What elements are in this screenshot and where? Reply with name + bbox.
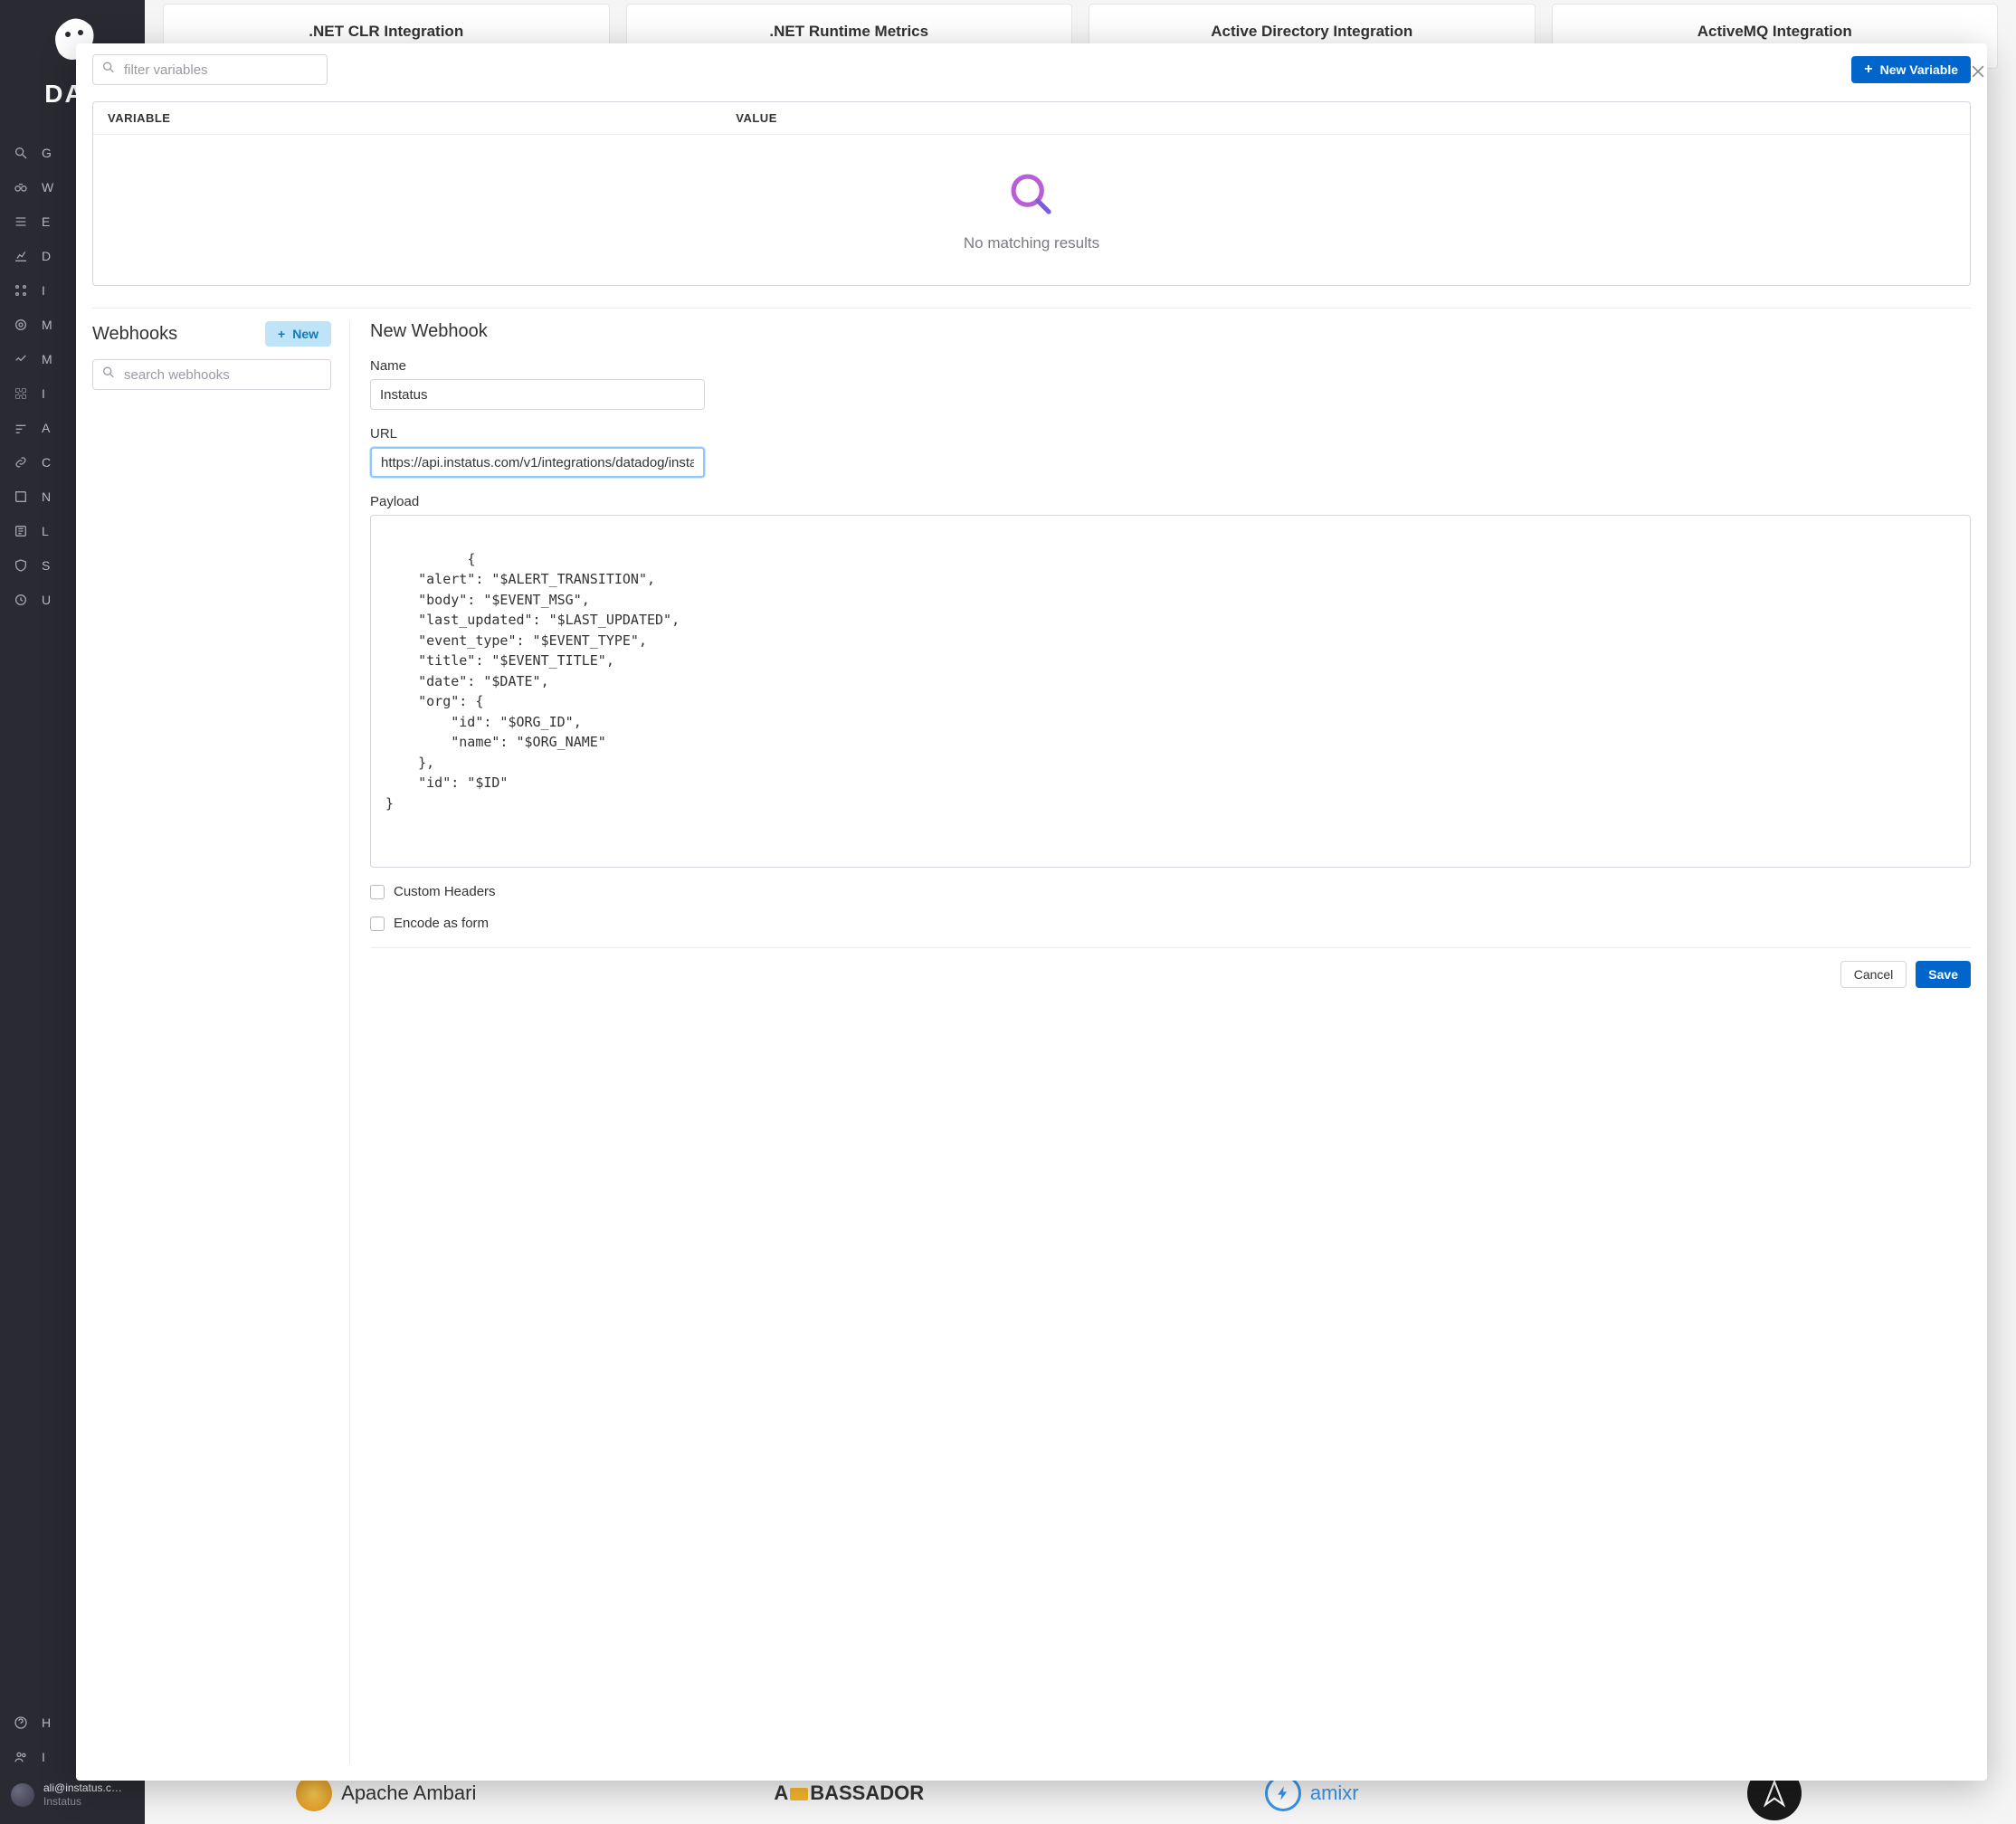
- encode-form-checkbox[interactable]: [370, 917, 385, 931]
- avatar: [11, 1783, 34, 1807]
- target-icon: [13, 317, 29, 333]
- ambari-logo-icon: [296, 1775, 332, 1811]
- no-results-text: No matching results: [964, 234, 1099, 252]
- name-input[interactable]: [370, 379, 705, 410]
- shield-icon: [13, 557, 29, 574]
- name-label: Name: [370, 358, 1971, 374]
- payload-label: Payload: [370, 494, 1971, 509]
- search-icon: [101, 366, 116, 385]
- webhook-form: New Webhook Name URL Payload { "alert": …: [350, 321, 1971, 1764]
- amixr-logo-icon: [1265, 1775, 1301, 1811]
- ux-icon: [13, 592, 29, 608]
- binoculars-icon: [13, 179, 29, 195]
- bowtie-icon: [790, 1788, 808, 1800]
- form-actions: Cancel Save: [370, 947, 1971, 988]
- magnifier-icon: [1008, 171, 1055, 218]
- save-button[interactable]: Save: [1916, 961, 1971, 988]
- encode-form-row[interactable]: Encode as form: [370, 916, 1971, 931]
- team-icon: [13, 1749, 29, 1765]
- list-icon: [13, 214, 29, 230]
- copy-icon[interactable]: [1939, 525, 1959, 545]
- filter-variables-search: [92, 54, 328, 85]
- book-icon: [13, 489, 29, 505]
- custom-headers-row[interactable]: Custom Headers: [370, 884, 1971, 899]
- user-email: ali@instatus.c…: [43, 1781, 122, 1794]
- empty-state: No matching results: [93, 135, 1970, 285]
- logs-icon: [13, 523, 29, 539]
- plus-icon: +: [1864, 62, 1872, 78]
- form-title: New Webhook: [370, 321, 1971, 342]
- table-header: VARIABLE VALUE: [93, 102, 1970, 135]
- search-icon: [13, 145, 29, 161]
- payload-textarea[interactable]: { "alert": "$ALERT_TRANSITION", "body": …: [370, 515, 1971, 868]
- plus-icon: +: [278, 327, 285, 341]
- webhook-modal: + New Variable VARIABLE VALUE No matchin…: [76, 43, 1987, 1781]
- col-value: VALUE: [736, 111, 1955, 125]
- infra-icon: [13, 282, 29, 299]
- custom-headers-checkbox[interactable]: [370, 885, 385, 899]
- chart-icon: [13, 248, 29, 264]
- metrics-icon: [13, 351, 29, 367]
- search-webhooks-input[interactable]: [92, 359, 331, 390]
- col-variable: VARIABLE: [108, 111, 736, 125]
- webhooks-title: Webhooks: [92, 324, 177, 345]
- filter-variables-input[interactable]: [92, 54, 328, 85]
- help-icon: [13, 1715, 29, 1731]
- link-icon: [13, 454, 29, 470]
- search-webhooks-box: [92, 359, 331, 390]
- cancel-button[interactable]: Cancel: [1840, 961, 1907, 988]
- url-input[interactable]: [370, 447, 705, 478]
- close-modal-icon[interactable]: [1965, 59, 1991, 84]
- search-icon: [101, 61, 116, 80]
- puzzle-icon: [13, 385, 29, 402]
- new-variable-button[interactable]: + New Variable: [1851, 56, 1971, 83]
- user-org: Instatus: [43, 1795, 122, 1808]
- variables-table: VARIABLE VALUE No matching results: [92, 101, 1971, 286]
- new-webhook-button[interactable]: + New: [265, 321, 331, 347]
- apm-icon: [13, 420, 29, 436]
- webhooks-panel: Webhooks + New: [92, 321, 350, 1764]
- url-label: URL: [370, 426, 1971, 442]
